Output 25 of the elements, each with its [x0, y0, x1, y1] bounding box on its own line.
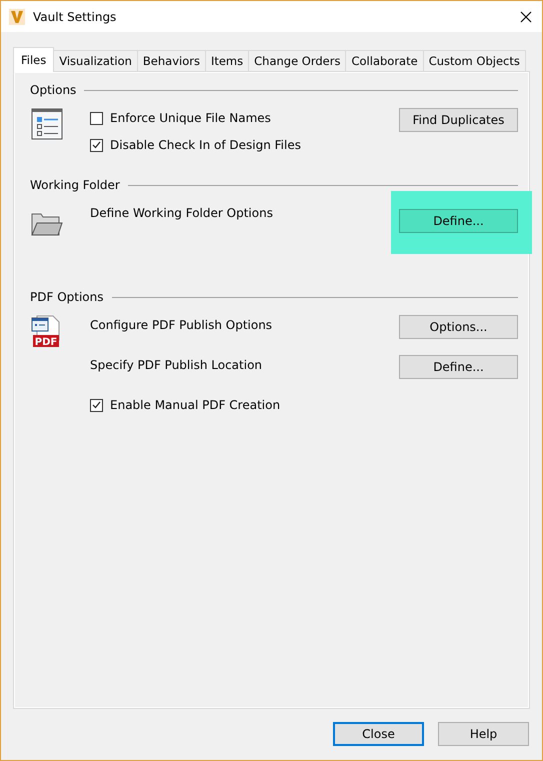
action-button[interactable]: Options... — [399, 315, 518, 339]
define-button[interactable]: Define... — [399, 209, 518, 233]
checkbox[interactable] — [90, 398, 103, 412]
checkbox-label: Enable Manual PDF Creation — [110, 398, 280, 412]
dialog-button[interactable]: Help — [438, 722, 529, 746]
folder-icon — [31, 211, 63, 237]
option-label: Define Working Folder Options — [90, 206, 273, 220]
list-icon — [31, 108, 63, 140]
section-title: Working Folder — [30, 178, 120, 192]
checkbox-label: Disable Check In of Design Files — [110, 138, 301, 152]
close-icon[interactable] — [520, 10, 532, 22]
checkbox[interactable] — [90, 138, 103, 152]
action-button[interactable]: Define... — [399, 355, 518, 379]
tab[interactable]: Custom Objects — [422, 50, 526, 71]
checkbox-label: Enforce Unique File Names — [110, 111, 271, 125]
dialog-button[interactable]: Close — [333, 722, 424, 746]
app-logo-icon — [9, 8, 25, 24]
option-label: Specify PDF Publish Location — [90, 358, 262, 372]
checkbox[interactable] — [90, 112, 103, 124]
window-title: Vault Settings — [33, 10, 118, 24]
section-title: PDF Options — [30, 290, 104, 304]
tab[interactable]: Files — [13, 47, 54, 72]
section-title: Options — [30, 83, 76, 97]
action-button[interactable]: Find Duplicates — [399, 108, 518, 132]
option-label: Configure PDF Publish Options — [90, 318, 272, 332]
